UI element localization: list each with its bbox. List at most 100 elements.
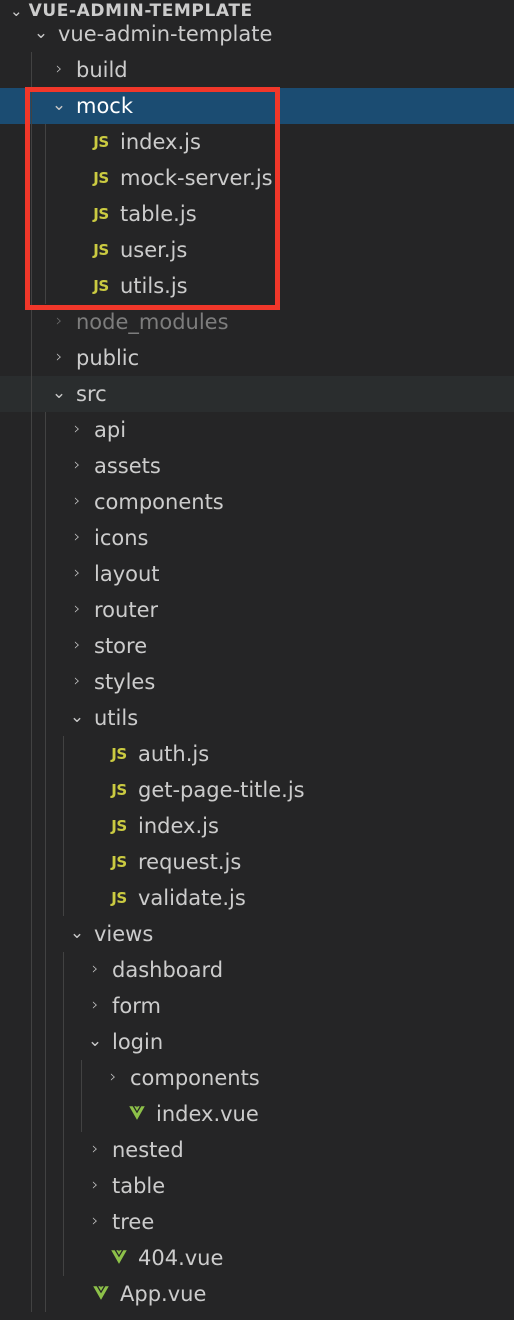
tree-folder-layout[interactable]: › layout (0, 556, 514, 592)
tree-file-validate-js[interactable]: JS validate.js (0, 880, 514, 916)
tree-item-label: auth.js (138, 742, 210, 766)
tree-folder-dashboard[interactable]: › dashboard (0, 952, 514, 988)
tree-folder-assets[interactable]: › assets (0, 448, 514, 484)
tree-file-index-js[interactable]: JS index.js (0, 808, 514, 844)
chevron-down-icon[interactable]: ⌄ (30, 15, 52, 51)
tree-file-index-vue[interactable]: index.vue (0, 1096, 514, 1132)
tree-item-label: mock-server.js (120, 166, 273, 190)
tree-file-app-vue[interactable]: App.vue (0, 1276, 514, 1312)
chevron-down-icon[interactable]: ⌄ (66, 699, 88, 735)
tree-item-label: styles (94, 670, 156, 694)
vue-file-icon (88, 1285, 114, 1303)
js-file-icon: JS (93, 133, 109, 151)
chevron-right-icon[interactable]: › (66, 591, 88, 627)
chevron-right-icon[interactable]: › (102, 1059, 124, 1095)
tree-file-user-js[interactable]: JS user.js (0, 232, 514, 268)
chevron-right-icon[interactable]: › (66, 483, 88, 519)
tree-file-request-js[interactable]: JS request.js (0, 844, 514, 880)
tree-item-label: assets (94, 454, 161, 478)
tree-folder-views[interactable]: ⌄ views (0, 916, 514, 952)
js-file-icon: JS (93, 205, 109, 223)
tree-item-label: components (94, 490, 224, 514)
tree-folder-mock[interactable]: ⌄ mock (0, 88, 514, 124)
chevron-down-icon[interactable]: ⌄ (48, 375, 70, 411)
tree-item-label: login (112, 1030, 164, 1054)
tree-item-label: vue-admin-template (58, 22, 273, 46)
tree-folder-tree[interactable]: › tree (0, 1204, 514, 1240)
tree-file-404-vue[interactable]: 404.vue (0, 1240, 514, 1276)
tree-item-label: nested (112, 1138, 184, 1162)
file-tree[interactable]: ⌄ vue-admin-template › build ⌄ mock JS index.js… (0, 16, 514, 1312)
tree-file-get-page-title-js[interactable]: JS get-page-title.js (0, 772, 514, 808)
tree-item-label: icons (94, 526, 149, 550)
chevron-right-icon[interactable]: › (66, 555, 88, 591)
tree-folder-store[interactable]: › store (0, 628, 514, 664)
tree-folder-login[interactable]: ⌄ login (0, 1024, 514, 1060)
tree-item-label: src (76, 382, 107, 406)
chevron-down-icon[interactable]: ⌄ (66, 915, 88, 951)
chevron-right-icon[interactable]: › (84, 951, 106, 987)
chevron-right-icon[interactable]: › (48, 303, 70, 339)
tree-folder-components[interactable]: › components (0, 1060, 514, 1096)
explorer-section-header[interactable]: ⌄ VUE-ADMIN-TEMPLATE (0, 0, 514, 16)
tree-folder-table[interactable]: › table (0, 1168, 514, 1204)
tree-item-label: layout (94, 562, 160, 586)
tree-folder-icons[interactable]: › icons (0, 520, 514, 556)
chevron-right-icon[interactable]: › (84, 987, 106, 1023)
tree-folder-src[interactable]: ⌄ src (0, 376, 514, 412)
tree-item-label: form (112, 994, 161, 1018)
chevron-right-icon[interactable]: › (66, 627, 88, 663)
tree-item-label: build (76, 58, 128, 82)
tree-item-label: get-page-title.js (138, 778, 305, 802)
chevron-right-icon[interactable]: › (66, 447, 88, 483)
chevron-right-icon[interactable]: › (66, 519, 88, 555)
tree-item-label: components (130, 1066, 260, 1090)
tree-item-label: table.js (120, 202, 197, 226)
explorer-section-title: VUE-ADMIN-TEMPLATE (28, 1, 253, 16)
tree-item-label: App.vue (120, 1282, 207, 1306)
chevron-right-icon[interactable]: › (66, 411, 88, 447)
tree-item-label: request.js (138, 850, 242, 874)
tree-folder-vue-admin-template[interactable]: ⌄ vue-admin-template (0, 16, 514, 52)
tree-file-table-js[interactable]: JS table.js (0, 196, 514, 232)
chevron-right-icon[interactable]: › (84, 1203, 106, 1239)
chevron-down-icon[interactable]: ⌄ (84, 1023, 106, 1059)
js-file-icon: JS (111, 745, 127, 763)
file-explorer-panel[interactable]: ⌄ VUE-ADMIN-TEMPLATE ⌄ vue-admin-template… (0, 0, 514, 1320)
tree-item-label: validate.js (138, 886, 246, 910)
vue-file-icon (124, 1105, 150, 1123)
chevron-right-icon[interactable]: › (48, 339, 70, 375)
tree-folder-build[interactable]: › build (0, 52, 514, 88)
tree-item-label: table (112, 1174, 166, 1198)
js-file-icon: JS (93, 241, 109, 259)
tree-item-label: dashboard (112, 958, 224, 982)
js-file-icon: JS (111, 889, 127, 907)
tree-folder-components[interactable]: › components (0, 484, 514, 520)
tree-folder-node-modules[interactable]: › node_modules (0, 304, 514, 340)
js-file-icon: JS (111, 781, 127, 799)
tree-folder-nested[interactable]: › nested (0, 1132, 514, 1168)
tree-folder-router[interactable]: › router (0, 592, 514, 628)
tree-folder-api[interactable]: › api (0, 412, 514, 448)
tree-item-label: tree (112, 1210, 155, 1234)
tree-item-label: index.js (138, 814, 219, 838)
chevron-right-icon[interactable]: › (66, 663, 88, 699)
tree-folder-form[interactable]: › form (0, 988, 514, 1024)
tree-item-label: utils (94, 706, 139, 730)
chevron-right-icon[interactable]: › (84, 1167, 106, 1203)
tree-file-index-js[interactable]: JS index.js (0, 124, 514, 160)
chevron-right-icon[interactable]: › (84, 1131, 106, 1167)
chevron-down-icon[interactable]: ⌄ (48, 87, 70, 123)
tree-folder-public[interactable]: › public (0, 340, 514, 376)
tree-file-utils-js[interactable]: JS utils.js (0, 268, 514, 304)
js-file-icon: JS (93, 277, 109, 295)
tree-file-mock-server-js[interactable]: JS mock-server.js (0, 160, 514, 196)
tree-item-label: public (76, 346, 140, 370)
tree-folder-styles[interactable]: › styles (0, 664, 514, 700)
tree-item-label: store (94, 634, 148, 658)
tree-file-auth-js[interactable]: JS auth.js (0, 736, 514, 772)
tree-item-label: router (94, 598, 159, 622)
tree-folder-utils[interactable]: ⌄ utils (0, 700, 514, 736)
chevron-right-icon[interactable]: › (48, 51, 70, 87)
tree-item-label: index.vue (156, 1102, 259, 1126)
